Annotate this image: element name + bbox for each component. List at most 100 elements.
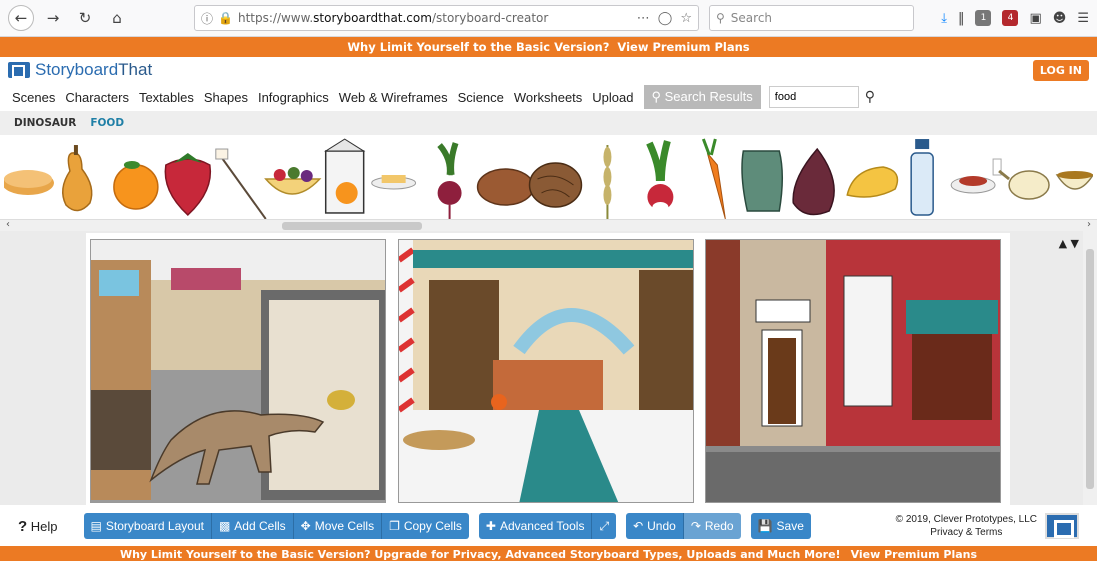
food-items [4,138,1093,219]
fruit-bowl-icon[interactable] [264,167,322,195]
browser-toolbar: ← → ↻ ⌂ ⓘ 🔒 https://www.storyboardthat.c… [0,0,1097,37]
promo-bottom-message: Why Limit Yourself to the Basic Version?… [119,548,841,561]
plus-icon: ✚ [485,519,496,533]
spaghetti-plate-icon[interactable] [950,158,1002,194]
site-header: StoryboardThat LOG IN [0,57,1097,83]
cell-up-down-icon[interactable]: ▲ ▼ [1059,237,1079,250]
strip-scrollbar[interactable]: ‹ › [0,219,1097,231]
tab-worksheets[interactable]: Worksheets [514,90,582,105]
scroll-left-icon[interactable]: ‹ [6,219,10,230]
bookmark-star-icon[interactable]: ☆ [680,11,692,26]
redo-icon: ↷ [690,519,701,533]
undo-icon: ↶ [633,519,644,533]
copy-cells-button[interactable]: ❐ Copy Cells [382,513,469,539]
fig-icon[interactable] [792,147,835,216]
subtab-dinosaur[interactable]: DINOSAUR [14,117,76,129]
water-bottle-icon[interactable] [910,139,934,216]
strip-scroll-thumb[interactable] [282,222,422,230]
omelette-icon[interactable] [846,166,899,198]
login-button[interactable]: LOG IN [1032,59,1089,81]
category-tabs: Scenes Characters Textables Shapes Infog… [0,83,1097,111]
ublock-icon[interactable]: 4 [1002,10,1019,26]
info-icon[interactable]: ⓘ [201,10,213,27]
url-text[interactable]: https://www.storyboardthat.com/storyboar… [238,11,632,25]
search-icon: ⚲ [716,11,725,25]
orange-icon[interactable] [113,161,159,210]
search-placeholder: Search [730,11,773,25]
beet-icon[interactable] [437,142,462,219]
editor-toolbar: ? Help ▤ Storyboard Layout ▩ Add Cells ✥ Mo… [0,510,1097,542]
download-icon[interactable]: ⤓ [941,11,947,26]
juice-carton-icon[interactable] [323,138,366,214]
page-actions-icon[interactable]: ⋯ [637,11,650,26]
back-icon[interactable]: ← [8,5,34,31]
library-icon[interactable]: ‖ [958,11,965,26]
potato-icon[interactable] [476,168,535,206]
walnut-icon[interactable] [528,162,583,208]
storyboardthat-corner-logo-icon[interactable] [1045,513,1079,539]
canvas-scroll-thumb[interactable] [1086,249,1094,489]
address-bar[interactable]: ⓘ 🔒 https://www.storyboardthat.com/story… [194,5,699,31]
save-button[interactable]: 💾 Save [750,513,811,539]
reader-icon[interactable]: ▣ [1029,11,1041,26]
storyboard-layout-button[interactable]: ▤ Storyboard Layout [83,513,212,539]
strawberry-icon[interactable] [164,153,212,216]
tab-search-results[interactable]: ⚲ Search Results [643,85,761,109]
account-icon[interactable]: ☻ [1053,11,1067,26]
pitcher-icon[interactable] [741,150,784,212]
flan-icon[interactable] [371,175,417,190]
storyboard-cell-3[interactable] [705,239,1001,503]
storyboardthat-logo[interactable]: StoryboardThat [8,60,152,80]
marshmallow-stick-icon[interactable] [215,148,267,219]
copyright-text: © 2019, Clever Prototypes, LLC [895,514,1037,525]
carrot-icon[interactable] [701,138,726,219]
search-input[interactable] [768,86,859,108]
redo-button[interactable]: ↷ Redo [683,513,741,539]
tab-web-wireframes[interactable]: Web & Wireframes [339,90,448,105]
butternut-squash-icon[interactable] [62,145,93,212]
reload-icon[interactable]: ↻ [72,5,98,31]
radish-icon[interactable] [646,140,674,212]
tab-upload[interactable]: Upload [592,90,633,105]
teapot-icon[interactable] [998,169,1050,200]
wheat-icon[interactable] [603,145,612,219]
help-icon: ? [18,517,28,535]
help-button[interactable]: ? Help [18,518,58,535]
search-button-icon[interactable]: ⚲ [865,89,875,105]
tab-characters[interactable]: Characters [65,90,129,105]
move-cells-button[interactable]: ✥ Move Cells [293,513,383,539]
subtab-food[interactable]: FOOD [90,117,124,129]
tab-infographics[interactable]: Infographics [258,90,329,105]
home-icon[interactable]: ⌂ [104,5,130,31]
fullscreen-button[interactable]: ⤢ [592,513,617,539]
fullscreen-icon: ⤢ [599,518,610,533]
advanced-tools-button[interactable]: ✚ Advanced Tools [478,513,593,539]
pocket-icon[interactable]: ◯ [658,11,673,26]
move-icon: ✥ [300,519,311,533]
menu-icon[interactable]: ☰ [1077,11,1089,26]
privacy-terms-link[interactable]: Privacy & Terms [896,526,1037,539]
soup-bowl-icon[interactable] [1055,171,1093,190]
layout-icon: ▤ [90,519,102,533]
promo-banner-bottom: Why Limit Yourself to the Basic Version?… [0,546,1097,561]
promo-bottom-link[interactable]: View Premium Plans [851,548,977,561]
storyboard-cell-1[interactable] [90,239,386,503]
tab-science[interactable]: Science [458,90,504,105]
search-subtabs: DINOSAUR FOOD [0,111,1097,135]
tab-shapes[interactable]: Shapes [204,90,248,105]
storyboard-cell-2[interactable] [398,239,694,503]
tab-scenes[interactable]: Scenes [12,90,55,105]
promo-banner-top: Why Limit Yourself to the Basic Version?… [0,37,1097,57]
extension-badge-icon[interactable]: 1 [975,10,992,26]
search-icon: ⚲ [651,89,665,104]
pie-icon[interactable] [4,170,54,195]
copy-icon: ❐ [389,519,400,533]
undo-button[interactable]: ↶ Undo [626,513,684,539]
add-cells-button[interactable]: ▩ Add Cells [211,513,294,539]
tab-textables[interactable]: Textables [139,90,194,105]
browser-search[interactable]: ⚲ Search [709,5,914,31]
scroll-right-icon[interactable]: › [1087,219,1091,230]
premium-plans-link[interactable]: View Premium Plans [617,40,749,54]
forward-icon[interactable]: → [40,5,66,31]
canvas-scrollbar[interactable] [1083,231,1097,505]
